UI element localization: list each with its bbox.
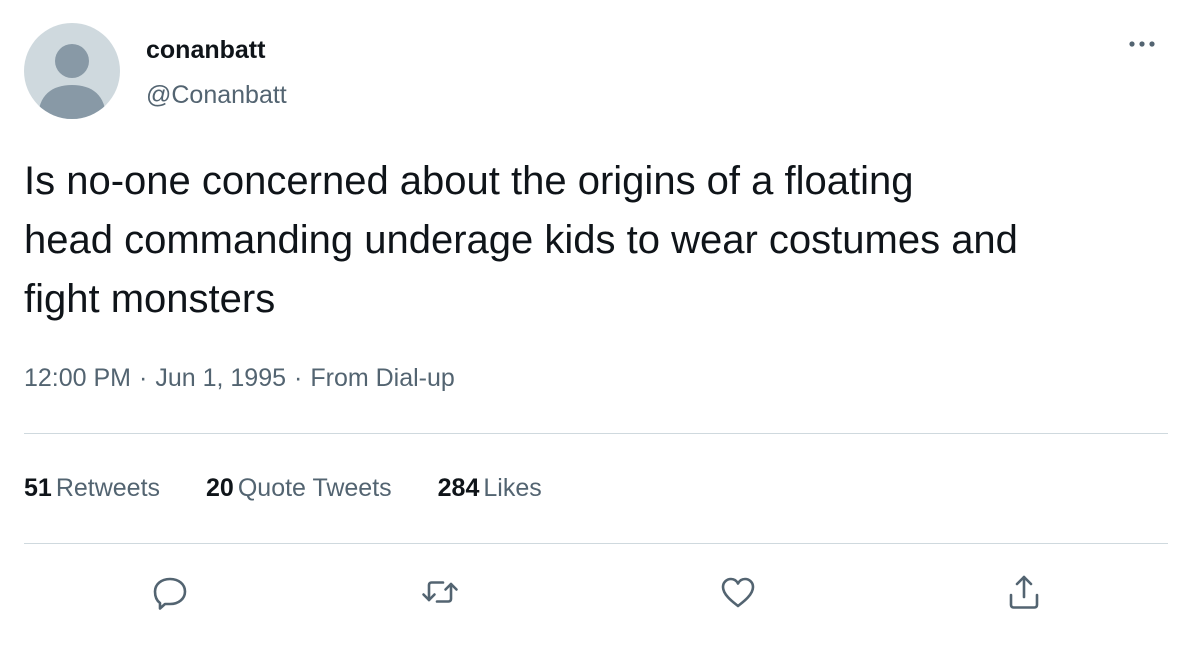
likes-stat[interactable]: 284 Likes [438, 474, 542, 503]
retweets-count: 51 [24, 474, 52, 502]
quote-tweets-count: 20 [206, 474, 234, 502]
more-options-button[interactable] [1120, 30, 1164, 60]
tweet-meta: 12:00 PM · Jun 1, 1995 · From Dial-up [24, 364, 455, 393]
divider [24, 433, 1168, 434]
likes-label: Likes [483, 474, 542, 502]
retweets-label: Retweets [55, 474, 161, 502]
like-button[interactable] [716, 570, 760, 614]
likes-count: 284 [437, 474, 480, 502]
more-dots-icon [1129, 41, 1155, 47]
tweet-stats: 51 Retweets 20 Quote Tweets 284 Likes [24, 474, 588, 503]
tweet-text: Is no-one concerned about the origins of… [24, 159, 1018, 321]
retweet-icon [422, 581, 458, 603]
tweet-date[interactable]: Jun 1, 1995 [155, 364, 286, 393]
meta-separator: · [294, 364, 303, 392]
meta-separator: · [139, 364, 148, 392]
retweets-stat[interactable]: 51 Retweets [24, 474, 160, 503]
share-icon [1009, 575, 1039, 609]
tweet-time[interactable]: 12:00 PM [24, 364, 131, 393]
share-button[interactable] [1002, 570, 1046, 614]
reply-button[interactable] [148, 570, 192, 614]
tweet-source: From Dial-up [310, 364, 455, 392]
quote-tweets-stat[interactable]: 20 Quote Tweets [206, 474, 392, 503]
quote-tweets-label: Quote Tweets [237, 474, 392, 502]
divider [24, 543, 1168, 544]
avatar[interactable] [24, 23, 120, 119]
retweet-button[interactable] [418, 570, 462, 614]
reply-icon [153, 577, 187, 610]
heart-icon [721, 577, 755, 608]
author-handle[interactable]: @Conanbatt [146, 81, 287, 110]
author-display-name[interactable]: conanbatt [146, 36, 265, 65]
default-profile-icon [38, 44, 106, 119]
